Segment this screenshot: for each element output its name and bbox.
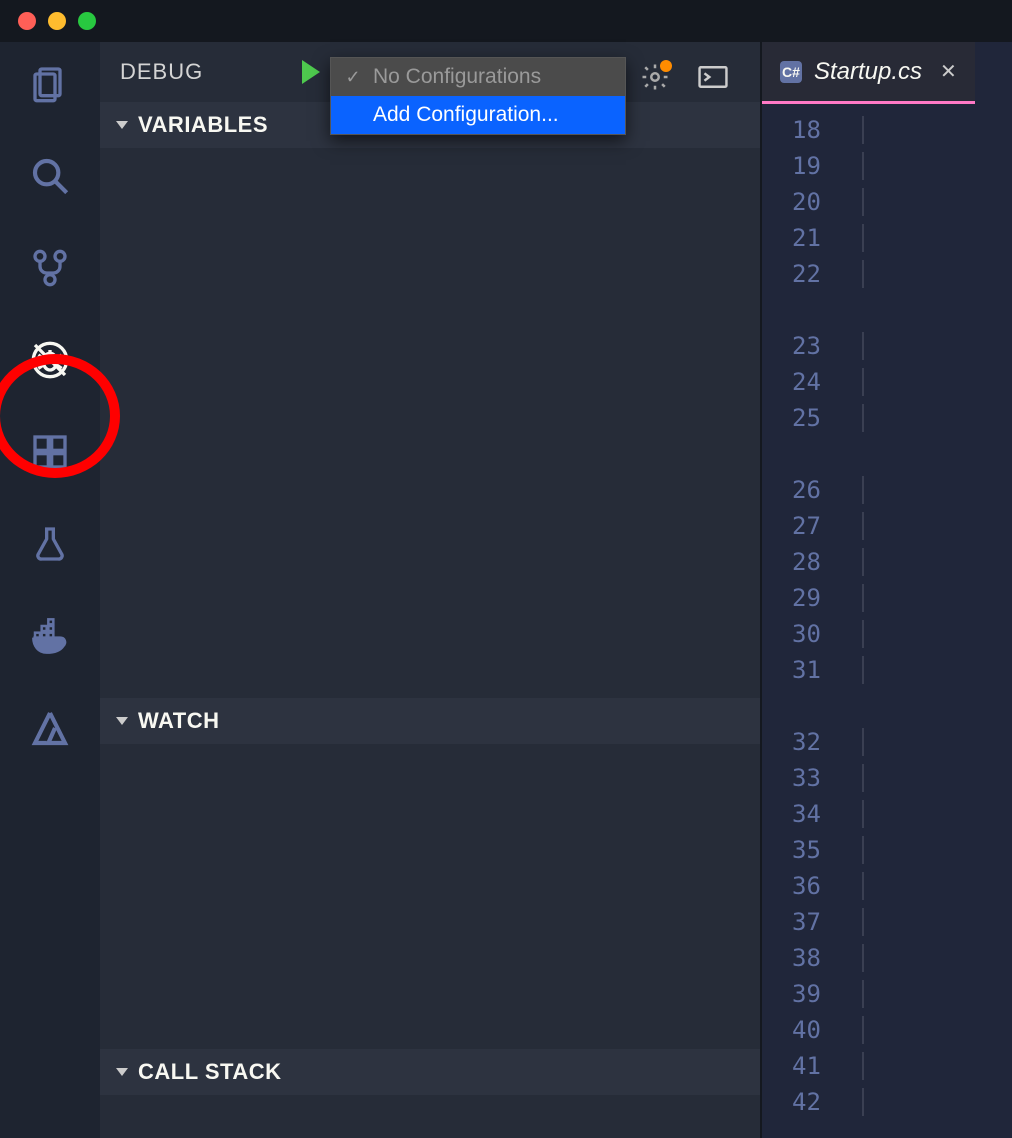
minimize-window-button[interactable] bbox=[48, 12, 66, 30]
docker-icon[interactable] bbox=[26, 612, 74, 660]
line-number[interactable]: 41 bbox=[762, 1048, 1012, 1084]
section-body-watch bbox=[100, 744, 760, 1049]
debug-console-button[interactable] bbox=[698, 66, 728, 93]
section-header-watch[interactable]: WATCH bbox=[100, 698, 760, 744]
settings-badge bbox=[660, 60, 672, 72]
zoom-window-button[interactable] bbox=[78, 12, 96, 30]
line-number[interactable]: 40 bbox=[762, 1012, 1012, 1048]
debug-title: DEBUG bbox=[120, 59, 290, 85]
section-body-variables bbox=[100, 148, 760, 698]
line-number[interactable]: 22 bbox=[762, 256, 1012, 292]
section-label: WATCH bbox=[138, 708, 220, 734]
source-control-icon[interactable] bbox=[26, 244, 74, 292]
line-number[interactable]: 32 bbox=[762, 724, 1012, 760]
activity-bar bbox=[0, 42, 100, 1138]
search-icon[interactable] bbox=[26, 152, 74, 200]
line-number[interactable]: 29 bbox=[762, 580, 1012, 616]
window-titlebar bbox=[0, 0, 1012, 42]
chevron-down-icon bbox=[116, 121, 128, 129]
line-number[interactable]: 26 bbox=[762, 472, 1012, 508]
extensions-icon[interactable] bbox=[26, 428, 74, 476]
dropdown-item-add-config[interactable]: Add Configuration... bbox=[331, 96, 625, 134]
line-number[interactable]: 28 bbox=[762, 544, 1012, 580]
line-number[interactable]: 37 bbox=[762, 904, 1012, 940]
line-number[interactable]: 30 bbox=[762, 616, 1012, 652]
line-number[interactable]: 34 bbox=[762, 796, 1012, 832]
line-number[interactable]: 20 bbox=[762, 184, 1012, 220]
line-number[interactable]: 27 bbox=[762, 508, 1012, 544]
test-icon[interactable] bbox=[26, 520, 74, 568]
dropdown-item-label: No Configurations bbox=[373, 65, 541, 89]
line-number[interactable]: 35 bbox=[762, 832, 1012, 868]
line-number[interactable]: 39 bbox=[762, 976, 1012, 1012]
explorer-icon[interactable] bbox=[26, 60, 74, 108]
debug-sidebar: DEBUG ✓ No Configurations Add Configurat… bbox=[100, 42, 760, 1138]
check-icon: ✓ bbox=[343, 67, 363, 88]
line-number[interactable]: 33 bbox=[762, 760, 1012, 796]
section-label: CALL STACK bbox=[138, 1059, 282, 1085]
dropdown-item-label: Add Configuration... bbox=[373, 103, 559, 127]
azure-icon[interactable] bbox=[26, 704, 74, 752]
editor-group: C# Startup.cs ✕ 1819202122 232425 26272829… bbox=[760, 42, 1012, 1138]
section-header-callstack[interactable]: CALL STACK bbox=[100, 1049, 760, 1095]
debug-config-dropdown[interactable]: ✓ No Configurations Add Configuration... bbox=[330, 57, 626, 135]
tab-startup-cs[interactable]: C# Startup.cs ✕ bbox=[762, 42, 975, 104]
close-window-button[interactable] bbox=[18, 12, 36, 30]
editor-tabs: C# Startup.cs ✕ bbox=[762, 42, 1012, 104]
section-label: VARIABLES bbox=[138, 112, 268, 138]
line-number[interactable]: 19 bbox=[762, 148, 1012, 184]
debug-header: DEBUG ✓ No Configurations Add Configurat… bbox=[100, 42, 760, 102]
tab-filename: Startup.cs bbox=[814, 58, 922, 86]
gear-icon bbox=[640, 79, 670, 96]
line-number[interactable]: 31 bbox=[762, 652, 1012, 688]
dropdown-item-no-config[interactable]: ✓ No Configurations bbox=[331, 58, 625, 96]
line-number[interactable]: 24 bbox=[762, 364, 1012, 400]
line-number[interactable]: 23 bbox=[762, 328, 1012, 364]
fold-gap bbox=[762, 292, 1012, 328]
line-number[interactable]: 18 bbox=[762, 112, 1012, 148]
close-icon[interactable]: ✕ bbox=[940, 59, 957, 84]
configure-gear-button[interactable] bbox=[640, 62, 670, 97]
line-number[interactable]: 38 bbox=[762, 940, 1012, 976]
editor-gutter: 1819202122 232425 262728293031 323334353637… bbox=[762, 104, 1012, 1120]
csharp-file-icon: C# bbox=[780, 61, 802, 83]
fold-gap bbox=[762, 688, 1012, 724]
chevron-down-icon bbox=[116, 717, 128, 725]
fold-gap bbox=[762, 436, 1012, 472]
line-number[interactable]: 21 bbox=[762, 220, 1012, 256]
start-debugging-button[interactable] bbox=[302, 60, 320, 84]
line-number[interactable]: 25 bbox=[762, 400, 1012, 436]
line-number[interactable]: 42 bbox=[762, 1084, 1012, 1120]
debug-icon[interactable] bbox=[26, 336, 74, 384]
chevron-down-icon bbox=[116, 1068, 128, 1076]
line-number[interactable]: 36 bbox=[762, 868, 1012, 904]
